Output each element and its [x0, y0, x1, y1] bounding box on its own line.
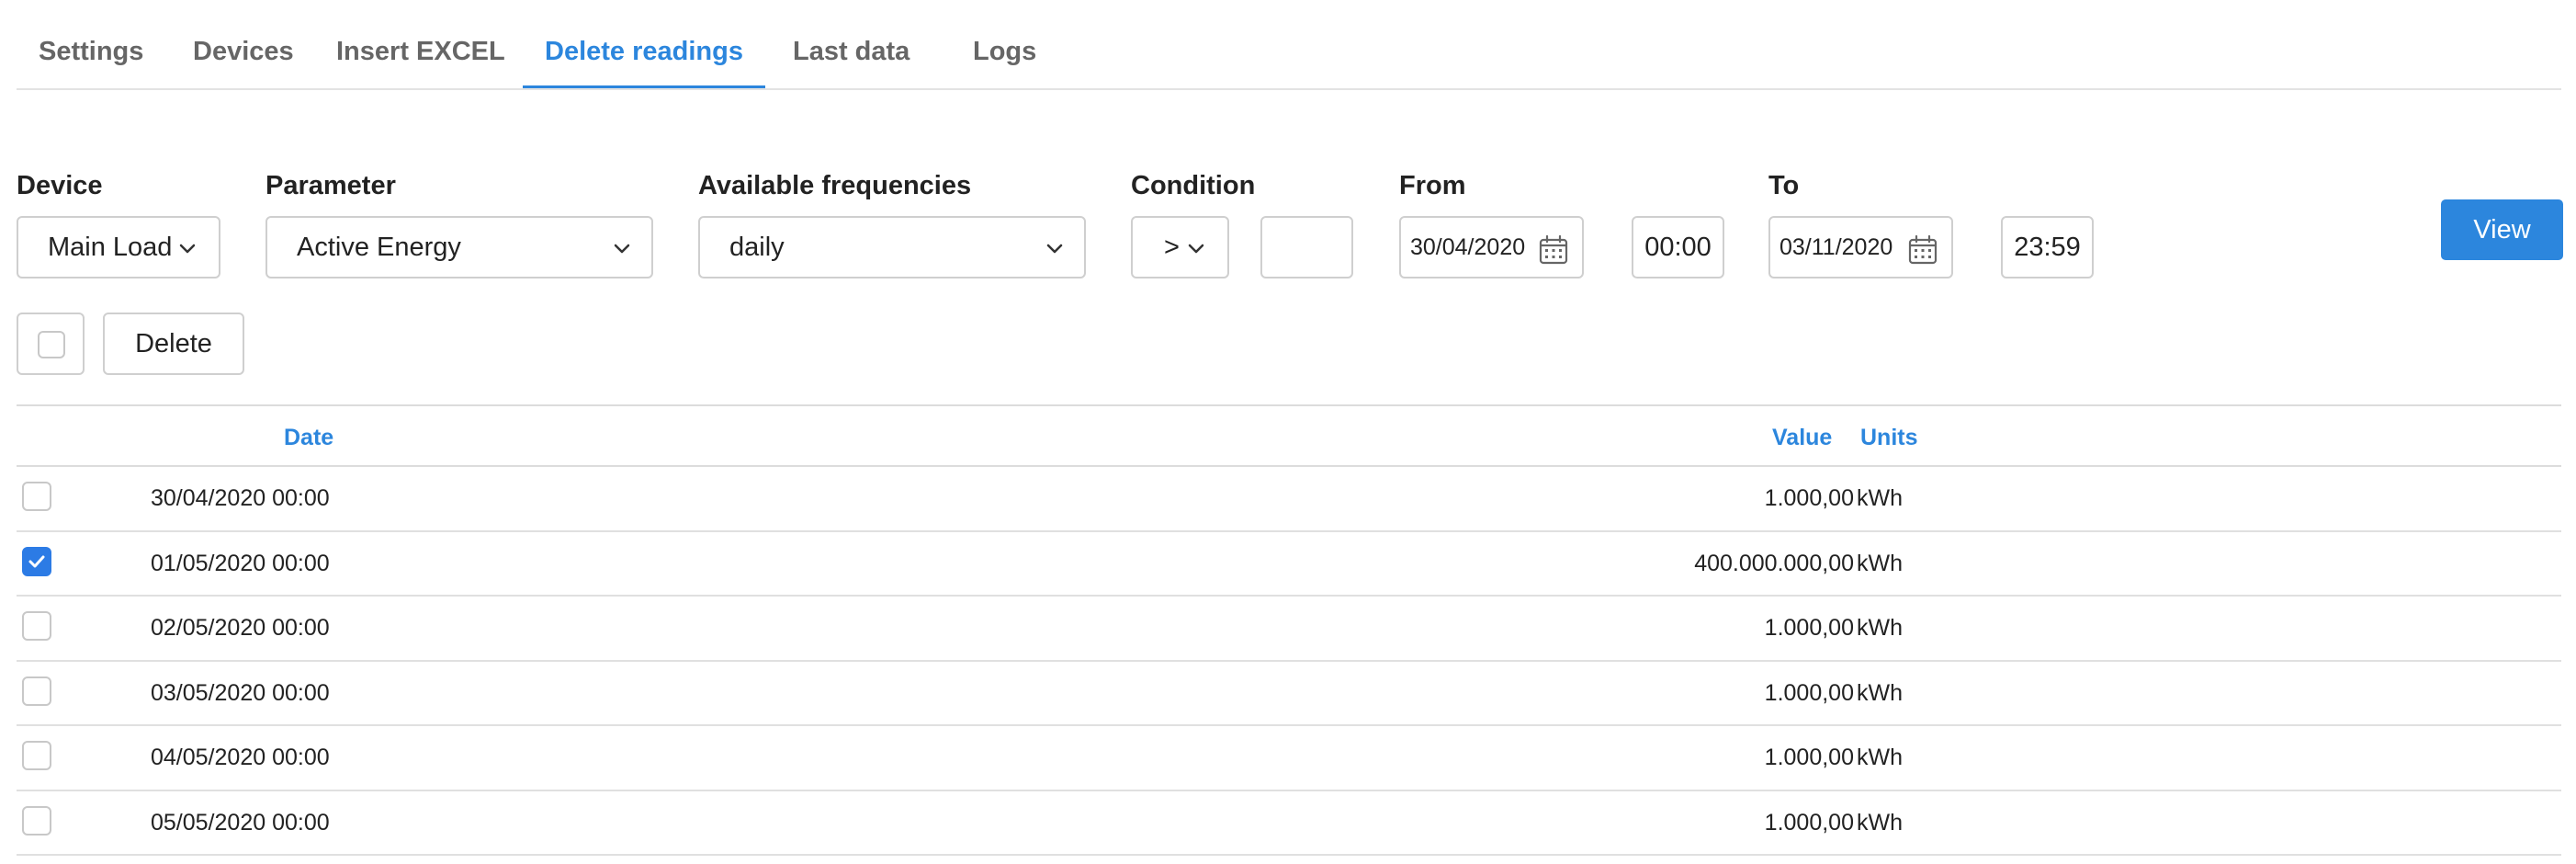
row-checkbox[interactable] — [22, 482, 51, 511]
to-time-value: 23:59 — [2014, 232, 2081, 262]
frequency-label: Available frequencies — [698, 171, 972, 200]
frequency-select-value: daily — [729, 232, 785, 262]
table-row: 04/05/2020 00:00 1.000,00 kWh — [17, 726, 2561, 791]
chevron-down-icon — [614, 244, 630, 254]
row-units: kWh — [1857, 615, 1903, 641]
condition-operator-select[interactable]: > — [1131, 216, 1229, 279]
to-date-value: 03/11/2020 — [1779, 233, 1893, 260]
row-value: 1.000,00 — [1764, 615, 1854, 641]
calendar-icon[interactable] — [1907, 234, 1938, 266]
select-all-checkbox[interactable] — [17, 313, 85, 375]
row-checkbox[interactable] — [22, 546, 51, 576]
table-row: 02/05/2020 00:00 1.000,00 kWh — [17, 597, 2561, 662]
condition-label: Condition — [1131, 171, 1256, 200]
tab-settings[interactable]: Settings — [17, 33, 165, 88]
row-date: 01/05/2020 00:00 — [151, 550, 330, 576]
delete-button[interactable]: Delete — [103, 313, 244, 375]
table-row: 03/05/2020 00:00 1.000,00 kWh — [17, 662, 2561, 726]
row-units: kWh — [1857, 745, 1903, 770]
nav-tabs: Settings Devices Insert EXCEL Delete rea… — [17, 0, 2561, 90]
from-date-value: 30/04/2020 — [1410, 233, 1526, 260]
condition-value-input[interactable] — [1260, 216, 1353, 279]
row-units: kWh — [1857, 809, 1903, 836]
column-header-date[interactable]: Date — [284, 425, 333, 451]
condition-operator-value: > — [1164, 232, 1180, 262]
table-header: Date Value Units — [17, 404, 2561, 467]
row-date: 30/04/2020 00:00 — [151, 485, 330, 511]
row-value: 1.000,00 — [1764, 485, 1854, 511]
parameter-label: Parameter — [266, 171, 396, 200]
table-row: 30/04/2020 00:00 1.000,00 kWh — [17, 467, 2561, 532]
tab-insert-excel[interactable]: Insert EXCEL — [314, 33, 527, 88]
table-row: 01/05/2020 00:00 400.000.000,00 kWh — [17, 532, 2561, 597]
row-checkbox[interactable] — [22, 805, 51, 836]
select-all-box — [38, 331, 65, 358]
column-header-units[interactable]: Units — [1860, 425, 1918, 451]
to-time-input[interactable]: 23:59 — [2001, 216, 2094, 279]
chevron-down-icon — [1046, 244, 1063, 254]
row-checkbox[interactable] — [22, 741, 51, 770]
checkmark-icon — [28, 555, 45, 567]
frequency-select[interactable]: daily — [698, 216, 1086, 279]
table-body: 30/04/2020 00:00 1.000,00 kWh 01/05/2020 00… — [17, 467, 2561, 856]
row-date: 02/05/2020 00:00 — [151, 615, 330, 641]
row-units: kWh — [1857, 485, 1903, 511]
row-value: 1.000,00 — [1764, 809, 1854, 836]
chevron-down-icon — [1188, 244, 1204, 254]
readings-table: Date Value Units 30/04/2020 00:00 1.000,0… — [17, 404, 2561, 856]
from-time-value: 00:00 — [1644, 232, 1712, 262]
table-row: 05/05/2020 00:00 1.000,00 kWh — [17, 791, 2561, 856]
from-label: From — [1399, 171, 1466, 200]
tab-delete-readings[interactable]: Delete readings — [523, 33, 765, 88]
device-select-value: Main Load — [48, 232, 173, 262]
calendar-icon[interactable] — [1538, 234, 1569, 266]
column-header-value[interactable]: Value — [1772, 425, 1832, 451]
from-time-input[interactable]: 00:00 — [1632, 216, 1724, 279]
parameter-select-value: Active Energy — [297, 232, 461, 262]
device-label: Device — [17, 171, 103, 200]
row-date: 04/05/2020 00:00 — [151, 745, 330, 770]
tab-last-data[interactable]: Last data — [771, 33, 932, 88]
row-date: 05/05/2020 00:00 — [151, 809, 330, 836]
row-value: 1.000,00 — [1764, 745, 1854, 770]
row-checkbox[interactable] — [22, 611, 51, 641]
tab-devices[interactable]: Devices — [171, 33, 316, 88]
row-date: 03/05/2020 00:00 — [151, 679, 330, 706]
tab-logs[interactable]: Logs — [951, 33, 1058, 88]
chevron-down-icon — [179, 244, 196, 254]
row-units: kWh — [1857, 550, 1903, 576]
from-date-input[interactable]: 30/04/2020 — [1399, 216, 1584, 279]
row-value: 1.000,00 — [1764, 679, 1854, 706]
row-units: kWh — [1857, 679, 1903, 706]
parameter-select[interactable]: Active Energy — [266, 216, 653, 279]
device-select[interactable]: Main Load — [17, 216, 220, 279]
to-date-input[interactable]: 03/11/2020 — [1768, 216, 1953, 279]
to-label: To — [1768, 171, 1800, 200]
row-checkbox[interactable] — [22, 676, 51, 706]
view-button[interactable]: View — [2441, 199, 2563, 260]
row-value: 400.000.000,00 — [1694, 550, 1854, 576]
